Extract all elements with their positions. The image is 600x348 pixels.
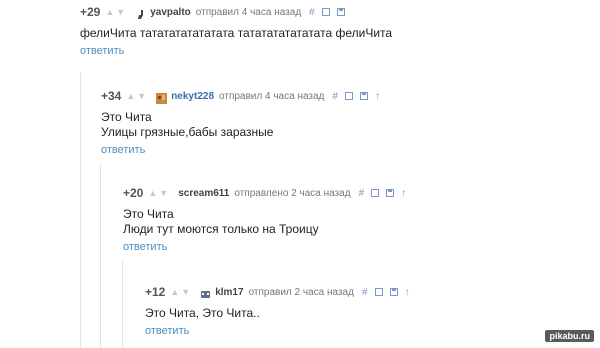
avatar[interactable] [135,7,146,19]
timestamp: отправил 4 часа назад [195,6,302,18]
up-arrow-icon[interactable]: ↑ [405,287,410,298]
vote-down-icon[interactable]: ▼ [116,7,125,17]
thread-rail [122,260,123,348]
save-icon[interactable] [386,189,395,197]
comment: +34 ▲ ▼ nekyt228 отправил 4 часа назад #… [101,89,387,156]
save-icon[interactable] [389,288,398,296]
username[interactable]: nekyt228 [171,91,214,102]
comment-line: фелиЧита тататататататата татататататата… [80,26,393,40]
username[interactable]: yavpalto [150,7,191,18]
vote-down-icon[interactable]: ▼ [159,188,168,198]
watermark-logo: pikabu.ru [545,330,594,342]
vote-up-icon[interactable]: ▲ [170,287,179,297]
username[interactable]: scream611 [178,188,229,199]
vote-down-icon[interactable]: ▼ [137,91,146,101]
comment: +12 ▲ ▼ klm17 отправил 2 часа назад # ↑ … [145,285,417,337]
comment: +20 ▲ ▼ scream611 отправлено 2 часа наза… [123,186,413,253]
minus-box-icon[interactable] [321,8,330,16]
thread-rail [80,72,81,348]
vote-up-icon[interactable]: ▲ [126,91,135,101]
rating: +34 [101,89,122,103]
comment: +29 ▲ ▼ yavpalto отправил 4 часа назад #… [80,5,392,57]
rating: +20 [123,186,144,200]
comment-body: Это Чита Улицы грязные,бабы заразные [101,110,387,140]
comment-line: Это Чита, Это Чита.. [145,306,260,320]
reply-link[interactable]: ответить [123,241,413,253]
timestamp: отправлено 2 часа назад [234,187,351,199]
hash-icon[interactable]: # [362,287,368,298]
save-icon[interactable] [336,8,345,16]
comment-line: Это Чита [123,207,174,221]
minus-box-icon[interactable] [344,92,353,100]
hash-icon[interactable]: # [332,91,338,102]
hash-icon[interactable]: # [309,7,315,18]
timestamp: отправил 4 часа назад [219,90,325,102]
username[interactable]: klm17 [215,287,243,298]
minus-box-icon[interactable] [374,288,383,296]
comment-header: +34 ▲ ▼ nekyt228 отправил 4 часа назад #… [101,89,387,104]
comment-body: Это Чита, Это Чита.. [145,306,417,321]
vote-down-icon[interactable]: ▼ [181,287,190,297]
rating: +12 [145,285,166,299]
comment-line: Улицы грязные,бабы заразные [101,125,274,139]
comment-header: +12 ▲ ▼ klm17 отправил 2 часа назад # ↑ [145,285,417,299]
rating: +29 [80,5,101,19]
comment-body: фелиЧита тататататататата татататататата… [80,26,392,41]
avatar[interactable] [156,91,168,104]
minus-box-icon[interactable] [371,189,380,197]
comment-header: +20 ▲ ▼ scream611 отправлено 2 часа наза… [123,186,413,200]
hash-icon[interactable]: # [359,188,365,199]
avatar[interactable] [200,287,211,298]
reply-link[interactable]: ответить [80,45,392,57]
timestamp: отправил 2 часа назад [248,286,354,298]
vote-up-icon[interactable]: ▲ [148,188,157,198]
vote-up-icon[interactable]: ▲ [105,7,114,17]
comment-line: Люди тут моются только на Троицу [123,222,319,236]
comment-header: +29 ▲ ▼ yavpalto отправил 4 часа назад # [80,5,392,19]
reply-link[interactable]: ответить [145,325,417,337]
save-icon[interactable] [359,92,368,100]
reply-link[interactable]: ответить [101,144,387,156]
up-arrow-icon[interactable]: ↑ [401,188,406,199]
thread-rail [100,164,101,348]
comment-line: Это Чита [101,110,152,124]
comment-body: Это Чита Люди тут моются только на Троиц… [123,207,413,237]
up-arrow-icon[interactable]: ↑ [375,91,380,102]
